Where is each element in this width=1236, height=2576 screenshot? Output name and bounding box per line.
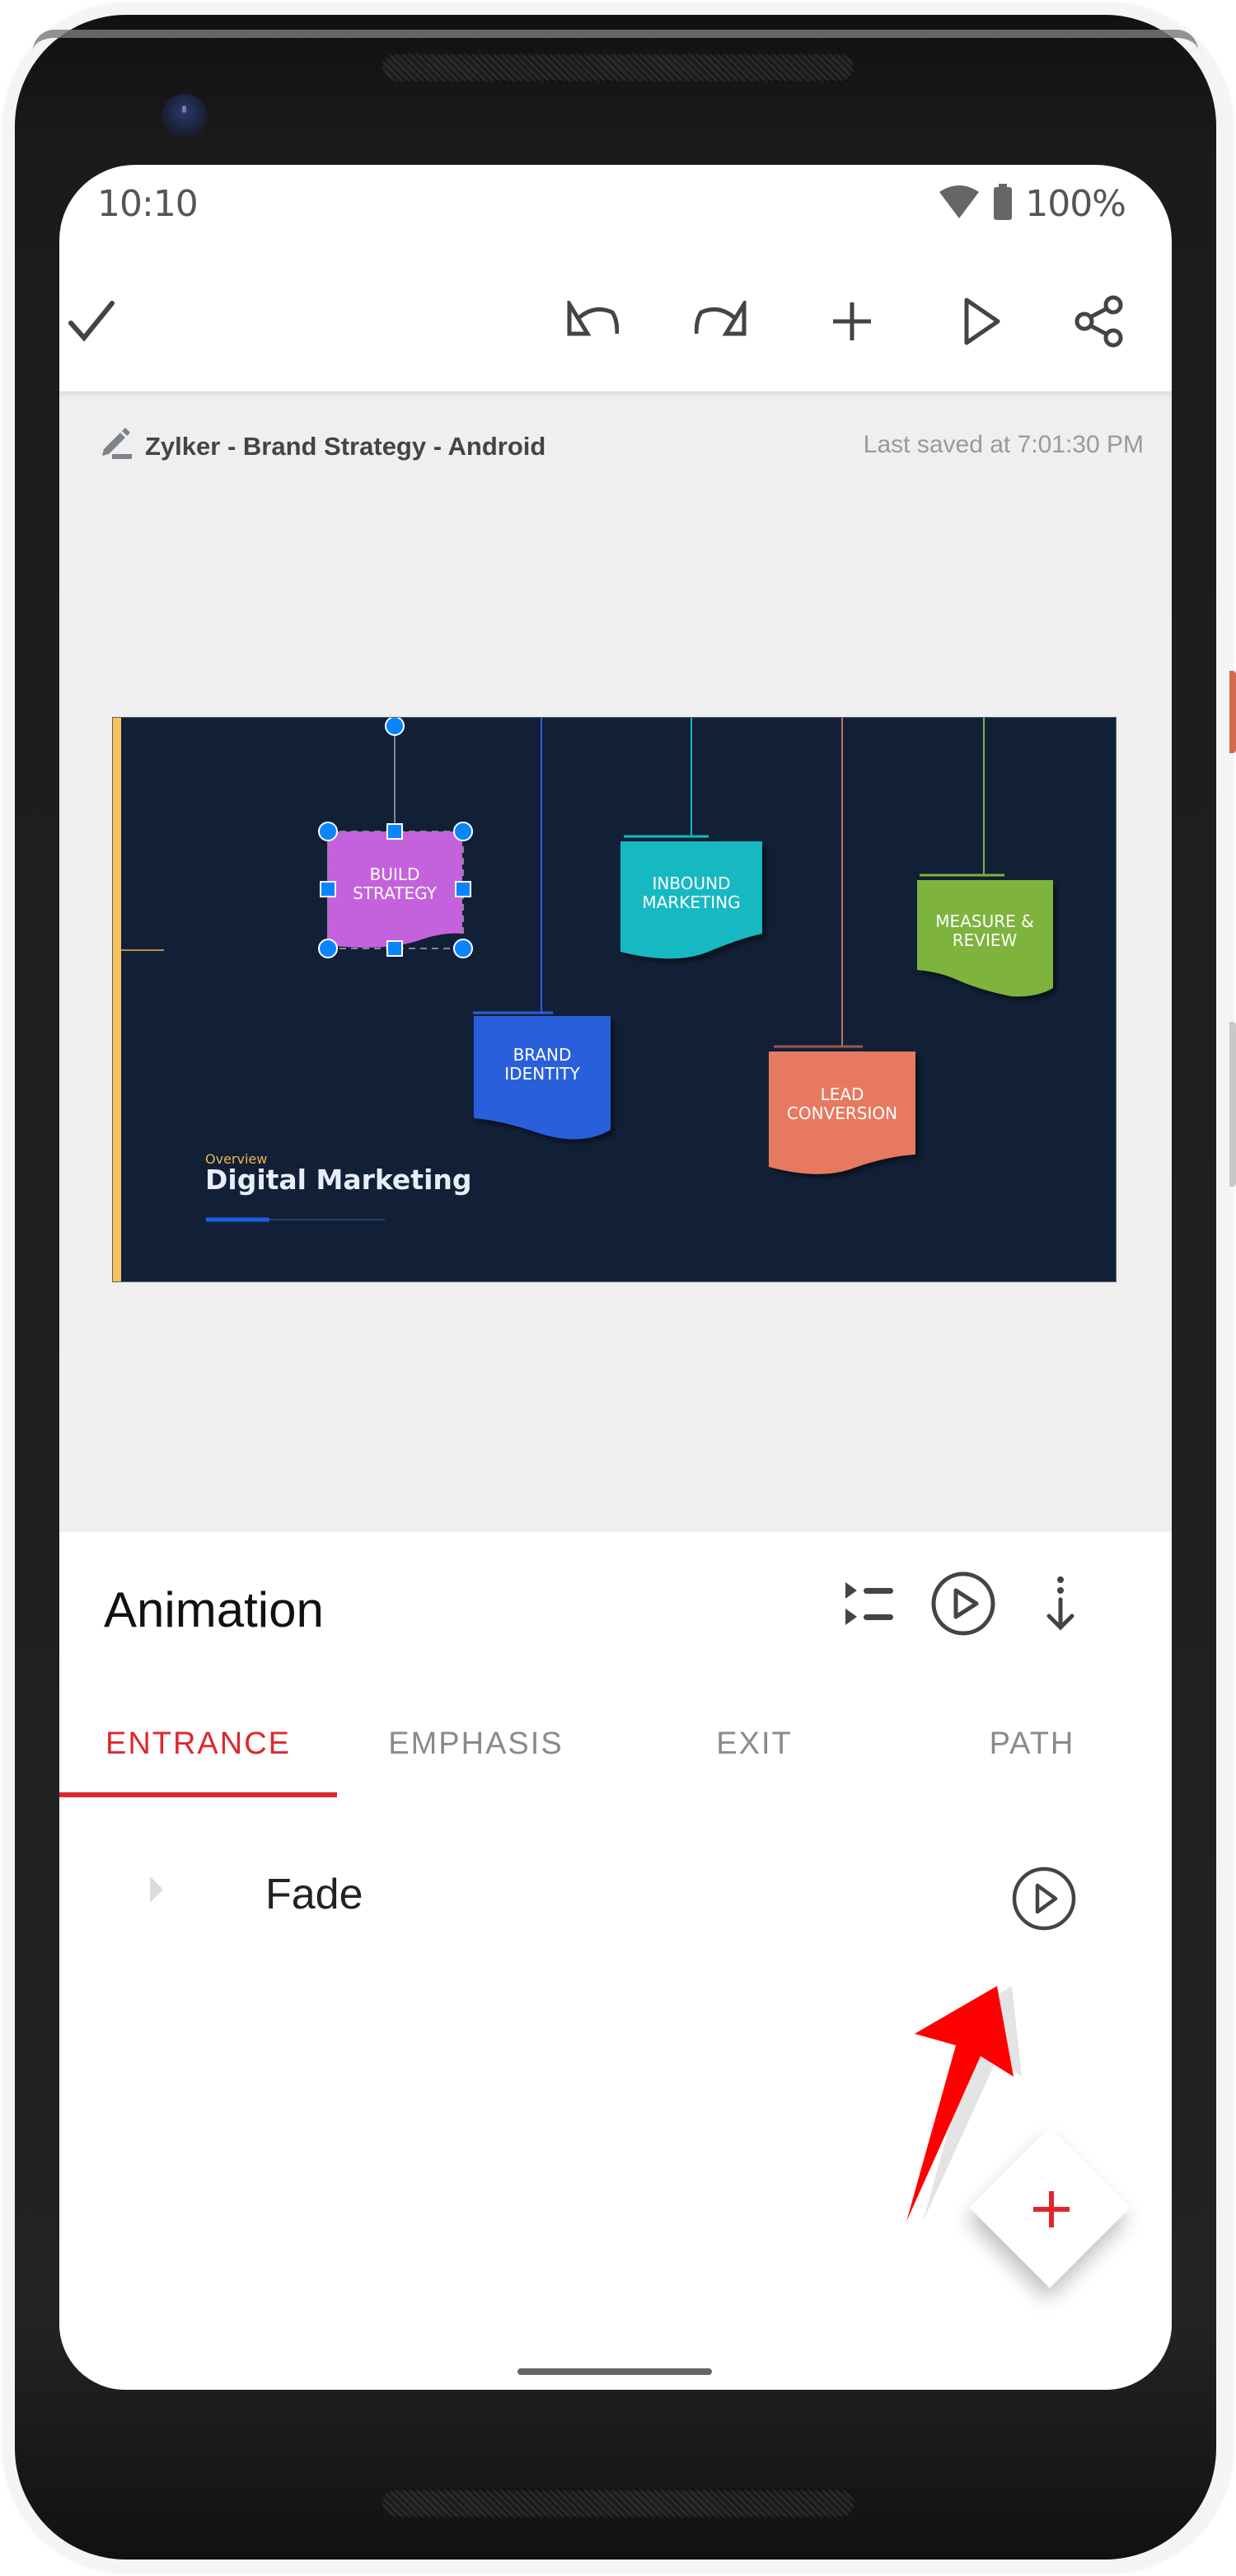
play-icon <box>962 297 1003 350</box>
shape-inbound-marketing[interactable]: INBOUND MARKETING <box>620 718 762 959</box>
shape-label: LEAD <box>821 1084 864 1104</box>
status-icons: 100% <box>938 183 1126 225</box>
document-title: Zylker - Brand Strategy - Android <box>145 431 546 461</box>
pencil-icon <box>101 428 133 465</box>
play-button[interactable] <box>949 290 1015 356</box>
undo-icon <box>564 296 620 346</box>
share-icon <box>1074 295 1125 352</box>
animation-tabs: ENTRANCE EMPHASIS EXIT PATH <box>59 1713 1172 1797</box>
animation-name: Fade <box>265 1871 363 1918</box>
shape-measure-review[interactable]: MEASURE & REVIEW <box>917 718 1053 997</box>
shape-label: BUILD <box>370 864 420 884</box>
resize-handle-left[interactable] <box>320 881 336 897</box>
undo-button[interactable] <box>559 290 625 356</box>
redo-icon <box>694 296 749 346</box>
shape-brand-identity[interactable]: BRAND IDENTITY <box>473 718 611 1140</box>
tab-exit[interactable]: EXIT <box>616 1713 893 1797</box>
resize-handle-top-right[interactable] <box>453 822 473 841</box>
tab-entrance[interactable]: ENTRANCE <box>59 1713 337 1797</box>
device-rim <box>33 30 1198 51</box>
status-time: 10:10 <box>97 183 199 225</box>
resize-handle-bottom[interactable] <box>386 940 403 957</box>
play-circle-icon <box>930 1571 996 1641</box>
tab-path[interactable]: PATH <box>893 1713 1171 1797</box>
shape-label: CONVERSION <box>787 1103 897 1123</box>
slide-graphics: BRAND IDENTITY INBOUND MARKETING LEAD CO… <box>113 718 1053 1281</box>
preview-animation-button[interactable] <box>1007 1862 1081 1936</box>
shape-label: REVIEW <box>953 930 1018 950</box>
tab-emphasis[interactable]: EMPHASIS <box>337 1713 615 1797</box>
shape-label: INBOUND <box>653 873 731 893</box>
shape-label: BRAND <box>513 1045 572 1065</box>
resize-handle-bottom-left[interactable] <box>318 939 338 958</box>
shape-label: MARKETING <box>642 892 740 912</box>
shape-lead-conversion[interactable]: LEAD CONVERSION <box>769 718 915 1174</box>
reorder-list-icon <box>844 1579 895 1632</box>
slide-preview[interactable]: BRAND IDENTITY INBOUND MARKETING LEAD CO… <box>112 717 1117 1282</box>
top-speaker <box>381 53 855 82</box>
home-indicator[interactable] <box>517 2368 712 2375</box>
check-icon <box>66 297 115 350</box>
wifi-icon <box>938 184 981 224</box>
slide-canvas-area: Zylker - Brand Strategy - Android Last s… <box>59 391 1172 1697</box>
shape-build-strategy[interactable]: BUILD STRATEGY <box>327 831 462 948</box>
share-button[interactable] <box>1066 290 1132 356</box>
redo-button[interactable] <box>689 290 755 356</box>
shape-label: STRATEGY <box>353 883 437 903</box>
done-button[interactable] <box>59 290 124 356</box>
resize-handle-top[interactable] <box>386 823 403 840</box>
document-title-row[interactable]: Zylker - Brand Strategy - Android <box>101 428 545 465</box>
bottom-speaker <box>381 2489 855 2518</box>
shape-label: IDENTITY <box>504 1064 580 1084</box>
active-tab-indicator <box>59 1792 337 1797</box>
tab-label: ENTRANCE <box>105 1726 292 1761</box>
resize-handle-right[interactable] <box>455 881 471 897</box>
chevron-right-icon[interactable] <box>148 1875 165 1909</box>
add-icon <box>831 301 873 346</box>
apply-down-icon <box>1044 1576 1077 1635</box>
battery-percent: 100% <box>1025 183 1126 225</box>
volume-button[interactable] <box>1229 1022 1236 1187</box>
reorder-button[interactable] <box>832 1568 906 1642</box>
panel-title: Animation <box>104 1582 324 1637</box>
resize-handle-bottom-right[interactable] <box>453 939 473 958</box>
plus-icon <box>1030 2188 1073 2231</box>
tab-label: PATH <box>989 1726 1075 1761</box>
apply-to-all-button[interactable] <box>1023 1568 1098 1642</box>
slide-title: Digital Marketing <box>205 1164 472 1196</box>
power-button[interactable] <box>1229 671 1236 753</box>
insert-button[interactable] <box>819 290 885 356</box>
tab-label: EXIT <box>716 1726 793 1761</box>
editor-toolbar <box>59 264 1172 391</box>
battery-icon <box>992 184 1014 224</box>
animation-item-fade[interactable]: Fade <box>59 1845 1172 1952</box>
play-circle-icon <box>1012 1866 1076 1931</box>
resize-handle-top-left[interactable] <box>318 822 338 841</box>
slide-accent-bar <box>113 718 121 1281</box>
rotate-handle[interactable] <box>385 718 405 736</box>
tab-label: EMPHASIS <box>388 1726 564 1761</box>
shape-label: MEASURE & <box>935 911 1033 931</box>
last-saved-status: Last saved at 7:01:30 PM <box>863 431 1144 458</box>
preview-all-button[interactable] <box>926 1568 1000 1642</box>
front-camera <box>162 94 208 140</box>
